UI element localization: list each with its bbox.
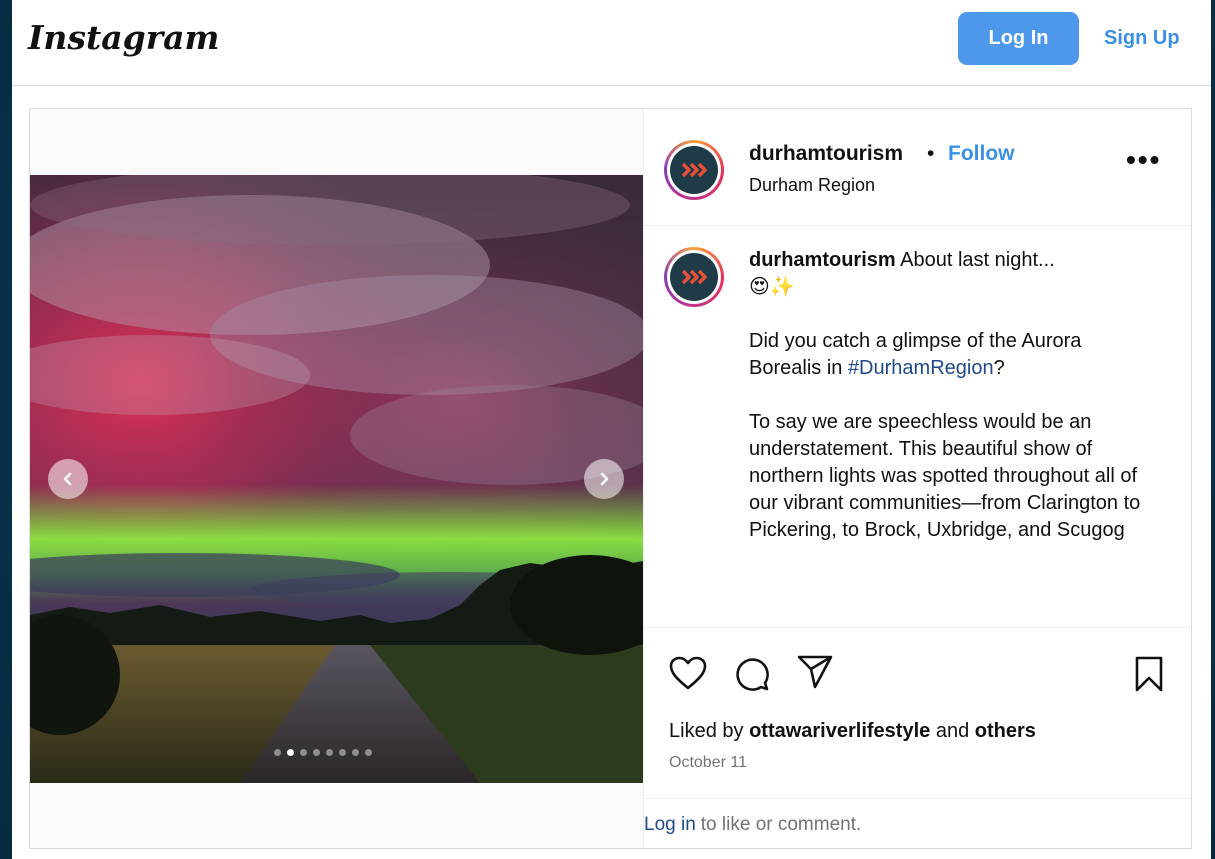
heart-icon[interactable]: [669, 656, 707, 690]
post-header: durhamtourism • Follow Durham Region •••: [644, 109, 1191, 226]
profile-avatar[interactable]: [664, 140, 724, 200]
aurora-image: [30, 175, 643, 783]
carousel-dot: [300, 749, 307, 756]
log-in-button[interactable]: Log In: [958, 12, 1079, 65]
caption-emoji: 😍✨: [749, 276, 795, 298]
likes-summary: Liked by ottawariverlifestyle and others: [669, 720, 1036, 743]
comment-login-bar: Log in to like or comment.: [644, 798, 1191, 848]
caption-first-line: About last night...: [900, 249, 1055, 271]
carousel-dot: [313, 749, 320, 756]
follow-button[interactable]: Follow: [948, 142, 1015, 166]
likes-user-link[interactable]: ottawariverlifestyle: [749, 720, 930, 742]
post-caption: durhamtourism About last night... 😍✨ Did…: [749, 247, 1149, 544]
carousel-next-button[interactable]: [584, 459, 624, 499]
durham-logo-icon: [681, 269, 707, 285]
more-options-icon[interactable]: •••: [1126, 144, 1161, 176]
durham-logo-icon: [681, 162, 707, 178]
instagram-logo[interactable]: Instagram: [28, 18, 219, 57]
post-actions: Liked by ottawariverlifestyle and others…: [644, 627, 1191, 848]
likes-middle: and: [930, 720, 975, 742]
post-sidebar: durhamtourism • Follow Durham Region •••: [643, 109, 1191, 848]
caption-paragraph1-end: ?: [993, 357, 1005, 379]
sign-up-link[interactable]: Sign Up: [1104, 27, 1180, 50]
top-navigation-bar: Instagram Log In Sign Up: [12, 0, 1211, 86]
chevron-left-icon: [63, 472, 72, 486]
comment-icon[interactable]: [734, 656, 770, 692]
carousel-dot: [326, 749, 333, 756]
post-location[interactable]: Durham Region: [749, 175, 875, 196]
carousel-prev-button[interactable]: [48, 459, 88, 499]
carousel-dot: [339, 749, 346, 756]
post-date[interactable]: October 11: [669, 754, 747, 772]
post-username[interactable]: durhamtourism: [749, 142, 903, 166]
caption-scroll-area[interactable]: durhamtourism About last night... 😍✨ Did…: [644, 227, 1191, 627]
share-icon[interactable]: [796, 654, 834, 690]
likes-prefix: Liked by: [669, 720, 750, 742]
bookmark-icon[interactable]: [1134, 655, 1164, 693]
carousel-dot: [365, 749, 372, 756]
carousel-indicator: [274, 749, 372, 756]
carousel-dot-active: [287, 749, 294, 756]
login-prompt: to like or comment.: [700, 813, 862, 835]
post-card: durhamtourism • Follow Durham Region •••: [29, 108, 1192, 849]
carousel-dot: [352, 749, 359, 756]
carousel-dot: [274, 749, 281, 756]
caption-avatar[interactable]: [664, 247, 724, 307]
username-separator: •: [927, 142, 935, 165]
login-link[interactable]: Log in: [644, 814, 696, 836]
likes-others-link[interactable]: others: [975, 720, 1036, 742]
post-media: [30, 109, 643, 848]
caption-paragraph2: To say we are speechless would be an und…: [749, 411, 1141, 541]
aurora-photo[interactable]: [30, 175, 643, 783]
chevron-right-icon: [600, 472, 609, 486]
caption-username[interactable]: durhamtourism: [749, 249, 896, 271]
hashtag-link[interactable]: #DurhamRegion: [848, 357, 994, 379]
page-frame: Instagram Log In Sign Up durhamtourism •…: [12, 0, 1211, 859]
